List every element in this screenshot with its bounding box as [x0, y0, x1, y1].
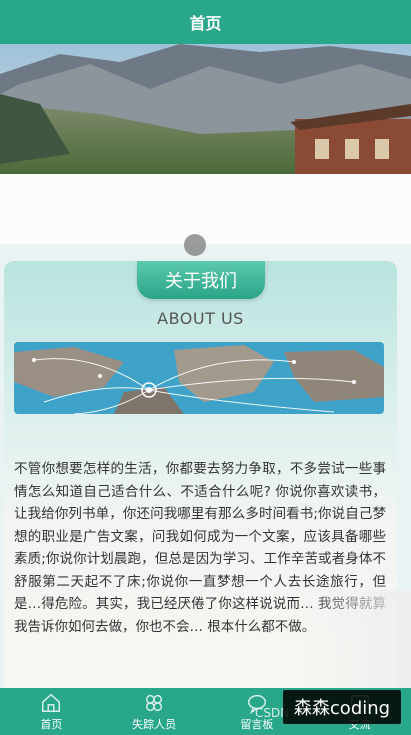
clover-icon: [146, 694, 163, 712]
tab-home-label: 首页: [40, 718, 63, 731]
home-icon: [42, 693, 61, 712]
banner-spacer: [0, 174, 411, 244]
popup-fade-overlay: [300, 590, 411, 690]
page-header: 首页: [0, 0, 411, 44]
tab-missing-persons-label: 失踪人员: [132, 718, 177, 731]
about-title-badge: 关于我们: [137, 261, 265, 299]
tab-missing-persons[interactable]: 失踪人员: [103, 688, 206, 735]
author-watermark: 森森coding: [283, 690, 401, 724]
world-map-image: [14, 342, 384, 414]
about-subtitle: ABOUT US: [157, 309, 244, 328]
about-title: 关于我们: [165, 271, 237, 292]
banner-image[interactable]: [0, 44, 411, 174]
carousel-indicator[interactable]: [184, 234, 206, 256]
tab-home[interactable]: 首页: [0, 688, 103, 735]
page-title: 首页: [189, 14, 222, 33]
